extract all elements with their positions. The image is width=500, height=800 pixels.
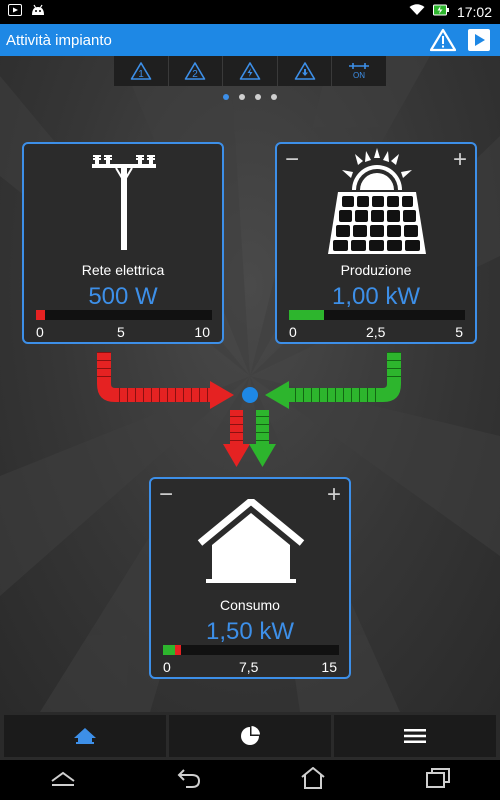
consumption-solar-fill xyxy=(163,645,175,655)
on-status-button[interactable]: ON xyxy=(332,56,386,86)
status-icon-strip: 1 2 ON xyxy=(114,56,386,86)
home-icon xyxy=(74,728,96,744)
production-level-bar xyxy=(289,310,465,320)
wifi-icon xyxy=(409,3,425,21)
alert-button[interactable] xyxy=(428,25,458,55)
chevron-up-icon xyxy=(51,771,75,786)
download-alert-button[interactable] xyxy=(278,56,333,86)
grid-level-fill xyxy=(36,310,45,320)
lightning-alert-button[interactable] xyxy=(223,56,278,86)
grid-label: Rete elettrica xyxy=(81,262,165,278)
energy-flow-diagram xyxy=(97,352,401,467)
production-level-fill xyxy=(289,310,324,320)
tab-menu[interactable] xyxy=(334,715,496,757)
grid-card[interactable]: Rete elettrica 500 W 0 5 10 xyxy=(22,142,224,344)
consumption-minus-button[interactable]: − xyxy=(159,483,173,507)
nav-home-button[interactable] xyxy=(300,766,326,794)
lightning-warning-icon xyxy=(239,62,261,80)
consumption-scale-mid: 7,5 xyxy=(239,659,259,675)
production-plus-button[interactable]: + xyxy=(453,148,467,172)
recents-icon xyxy=(425,767,450,788)
system-nav-bar xyxy=(0,760,500,800)
battery-charging-icon xyxy=(432,3,449,21)
pie-chart-icon xyxy=(241,726,260,745)
page-dot[interactable] xyxy=(271,94,277,100)
consumption-grid-arrow xyxy=(223,410,250,467)
alarm-2-button[interactable]: 2 xyxy=(169,56,224,86)
grid-scale-mid: 5 xyxy=(117,324,125,340)
video-notification-icon xyxy=(8,3,22,21)
consumption-scale-max: 15 xyxy=(321,659,337,675)
consumption-label: Consumo xyxy=(220,597,280,613)
page-dot[interactable] xyxy=(239,94,245,100)
production-scale-max: 5 xyxy=(455,324,463,340)
page-dot[interactable] xyxy=(255,94,261,100)
consumption-scale-min: 0 xyxy=(163,659,171,675)
play-button[interactable] xyxy=(464,25,494,55)
solar-panel-icon xyxy=(328,148,426,254)
status-time: 17:02 xyxy=(456,4,492,20)
page-title: Attività impianto xyxy=(6,31,112,49)
consumption-solar-arrow xyxy=(249,410,276,467)
consumption-grid-fill xyxy=(175,645,181,655)
power-pole-icon xyxy=(92,155,156,250)
page-dot-active[interactable] xyxy=(223,94,229,100)
solar-flow-arrow xyxy=(265,352,401,409)
grid-level-bar xyxy=(36,310,212,320)
production-scale-mid: 2,5 xyxy=(366,324,386,340)
nav-back-button[interactable] xyxy=(176,767,202,794)
alarm-2-label: 2 xyxy=(193,69,199,80)
consumption-value: 1,50 kW xyxy=(205,618,295,645)
back-icon xyxy=(177,768,200,788)
warning-icon xyxy=(430,28,456,52)
consumption-level-bar xyxy=(163,645,339,655)
page-indicator xyxy=(0,94,500,100)
android-notification-icon xyxy=(30,3,46,21)
consumption-card[interactable]: − + Consumo 1,50 kW 0 7,5 15 xyxy=(149,477,351,679)
grid-value: 500 W xyxy=(88,283,158,310)
grid-scale-min: 0 xyxy=(36,324,44,340)
tab-home[interactable] xyxy=(4,715,166,757)
action-bar: Attività impianto xyxy=(0,24,500,56)
status-bar: 17:02 xyxy=(0,0,500,24)
nav-recents-button[interactable] xyxy=(425,767,451,794)
on-status-label: ON xyxy=(353,71,365,80)
home-outline-icon xyxy=(301,766,325,789)
flow-junction xyxy=(242,387,258,403)
arrow-down-warning-icon xyxy=(294,62,315,80)
grid-flow-arrow xyxy=(97,352,234,409)
alarm-1-button[interactable]: 1 xyxy=(114,56,169,86)
production-value: 1,00 kW xyxy=(331,283,421,310)
production-card[interactable]: − + Produzione 1,00 kW 0 2,5 5 xyxy=(275,142,477,344)
consumption-plus-button[interactable]: + xyxy=(327,483,341,507)
production-minus-button[interactable]: − xyxy=(285,148,299,172)
play-icon xyxy=(468,29,490,51)
grid-scale-max: 10 xyxy=(194,324,210,340)
production-label: Produzione xyxy=(340,262,412,278)
bottom-tab-bar xyxy=(0,712,500,760)
nav-collapse-button[interactable] xyxy=(49,769,77,792)
alarm-1-label: 1 xyxy=(138,69,144,80)
tab-statistics[interactable] xyxy=(169,715,331,757)
house-icon xyxy=(197,499,305,583)
menu-icon xyxy=(404,729,426,743)
production-scale-min: 0 xyxy=(289,324,297,340)
